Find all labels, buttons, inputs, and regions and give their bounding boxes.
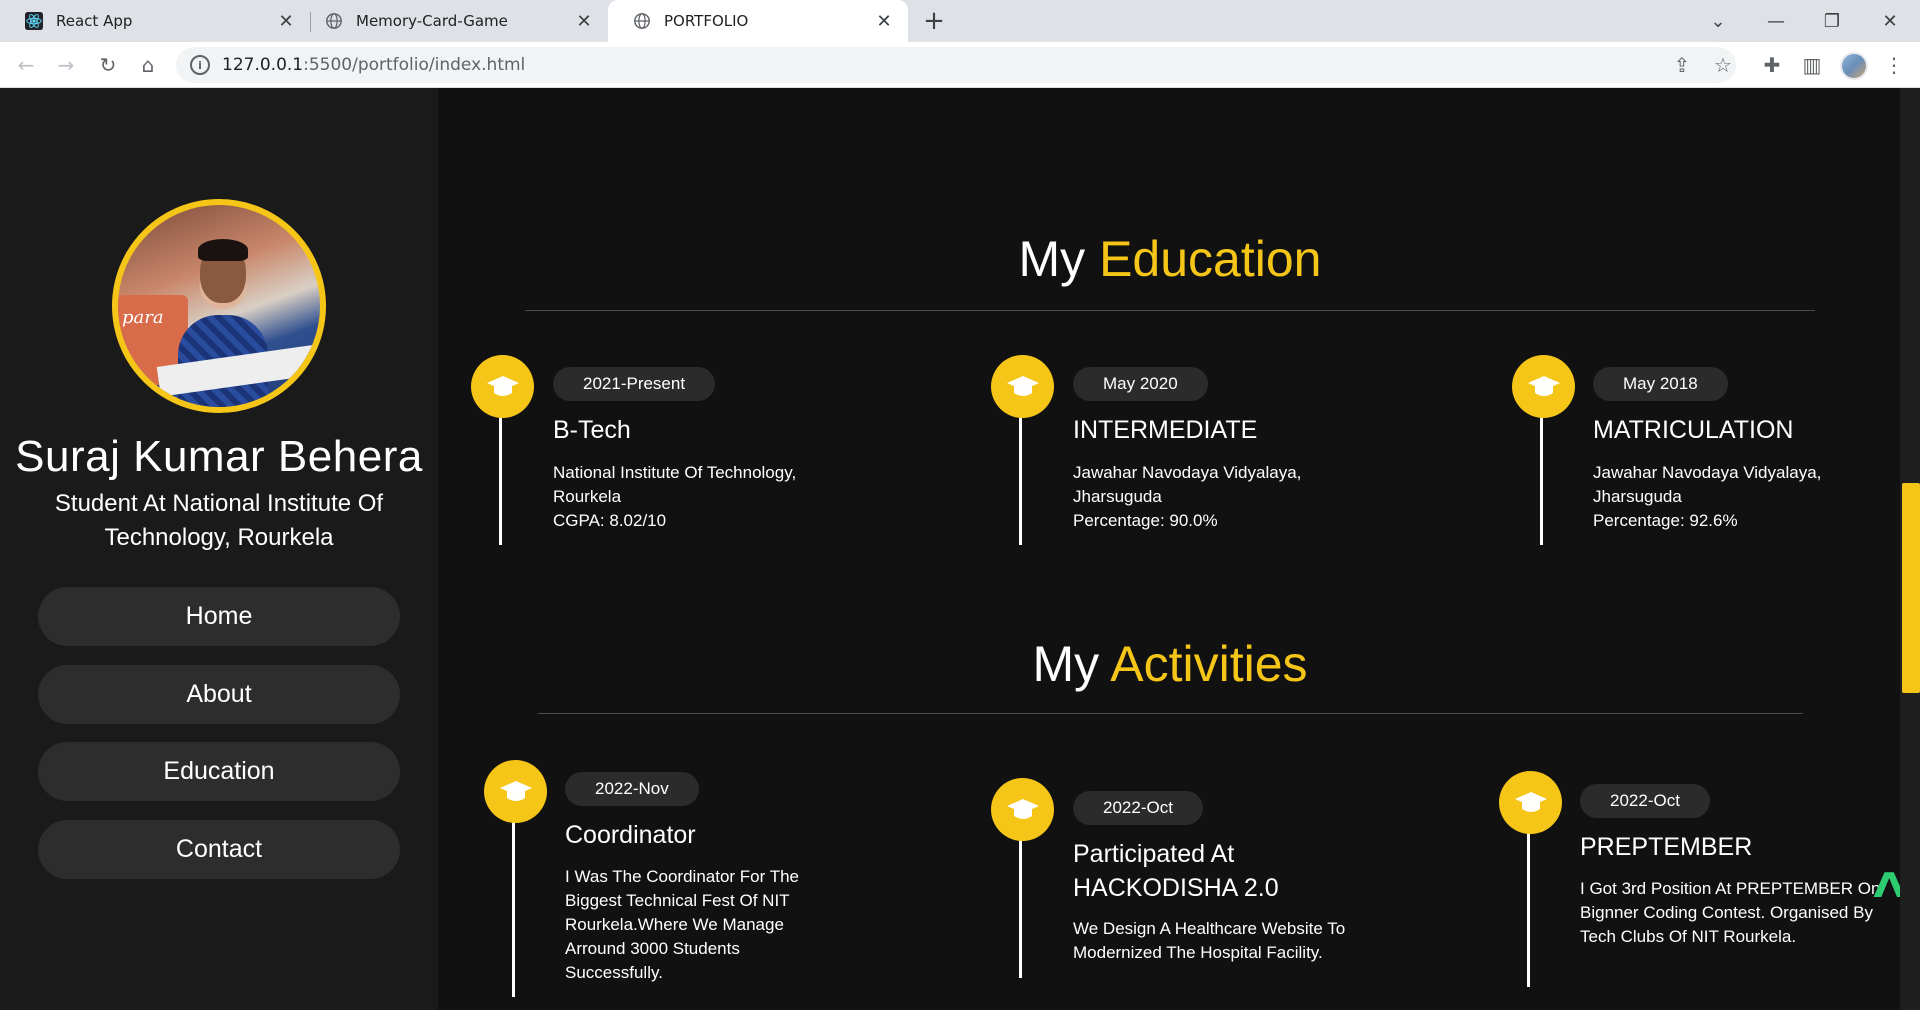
education-detail: Jharsuguda [1073, 487, 1162, 506]
share-icon[interactable]: ⇪ [1670, 53, 1694, 77]
globe-icon [324, 11, 344, 31]
graduation-cap-icon [1499, 771, 1562, 834]
date-badge: 2021-Present [553, 367, 716, 401]
date-badge: May 2020 [1073, 367, 1208, 401]
education-heading: My Education [1018, 231, 1322, 287]
profile-avatar-icon[interactable] [1840, 52, 1868, 80]
scrollbar-thumb[interactable] [1902, 483, 1920, 693]
education-detail: Rourkela [553, 487, 622, 506]
date-badge: 2022-Oct [1580, 784, 1710, 818]
profile-subtitle: Student At National Institute Of Technol… [54, 490, 384, 551]
nav-home-button[interactable]: Home [38, 587, 400, 646]
tab-portfolio[interactable]: PORTFOLIO ✕ [608, 0, 908, 42]
restore-button[interactable]: ❐ [1804, 0, 1860, 42]
graduation-cap-icon [471, 355, 534, 418]
graduation-cap-icon [991, 778, 1054, 841]
bookmark-star-icon[interactable]: ☆ [1711, 53, 1735, 77]
education-score: Percentage: 90.0% [1073, 511, 1218, 530]
menu-kebab-icon[interactable]: ⋮ [1882, 53, 1906, 77]
back-arrow-icon[interactable]: ← [12, 51, 40, 79]
date-badge: 2022-Oct [1073, 791, 1203, 825]
nav-contact-button[interactable]: Contact [38, 820, 400, 879]
tab-react-app[interactable]: React App ✕ [0, 0, 310, 42]
education-title: MATRICULATION [1593, 416, 1794, 444]
activities-divider [538, 713, 1803, 714]
extensions-icon[interactable]: ✚ [1760, 53, 1784, 77]
address-bar[interactable]: i 127.0.0.1:5500/portfolio/index.html [176, 47, 1736, 83]
graduation-cap-icon [1512, 355, 1575, 418]
globe-icon [632, 11, 652, 31]
date-badge: May 2018 [1593, 367, 1728, 401]
nav-about-button[interactable]: About [38, 665, 400, 724]
tab-search-icon[interactable]: ⌄ [1690, 0, 1746, 42]
site-info-icon[interactable]: i [190, 55, 210, 75]
education-score: CGPA: 8.02/10 [553, 511, 667, 530]
forward-arrow-icon[interactable]: → [52, 51, 80, 79]
side-panel-icon[interactable]: ▥ [1800, 53, 1824, 77]
new-tab-button[interactable]: + [920, 8, 948, 36]
activity-description: I Was The Coordinator For The Biggest Te… [565, 867, 800, 982]
tab-title: React App [56, 12, 133, 30]
activities-heading: My Activities [1032, 636, 1308, 692]
activity-title: Coordinator [565, 821, 696, 849]
close-window-button[interactable]: ✕ [1862, 0, 1918, 42]
tab-title: PORTFOLIO [664, 12, 749, 30]
close-tab-icon[interactable]: ✕ [276, 11, 296, 32]
education-detail: Jawahar Navodaya Vidyalaya, [1593, 463, 1822, 482]
graduation-cap-icon [991, 355, 1054, 418]
activity-title: Participated At HACKODISHA 2.0 [1073, 840, 1279, 902]
education-divider [525, 310, 1815, 311]
tab-title: Memory-Card-Game [356, 12, 508, 30]
education-detail: Jharsuguda [1593, 487, 1682, 506]
url-text: 127.0.0.1:5500/portfolio/index.html [222, 55, 526, 75]
education-title: INTERMEDIATE [1073, 416, 1258, 444]
education-score: Percentage: 92.6% [1593, 511, 1738, 530]
education-detail: Jawahar Navodaya Vidyalaya, [1073, 463, 1302, 482]
reload-icon[interactable]: ↻ [94, 51, 122, 79]
address-toolbar: ← → ↻ ⌂ i 127.0.0.1:5500/portfolio/index… [0, 42, 1920, 88]
profile-name: Suraj Kumar Behera [15, 432, 423, 481]
activity-title: PREPTEMBER [1580, 833, 1753, 861]
tab-memory-card-game[interactable]: Memory-Card-Game ✕ [300, 0, 608, 42]
activity-description: We Design A Healthcare Website To Modern… [1073, 919, 1346, 962]
close-tab-icon[interactable]: ✕ [874, 11, 894, 32]
browser-tab-strip: React App ✕ Memory-Card-Game ✕ PORTFOLIO… [0, 0, 1920, 42]
date-badge: 2022-Nov [565, 772, 699, 806]
minimize-button[interactable]: — [1748, 0, 1804, 42]
education-title: B-Tech [553, 416, 631, 444]
react-icon [24, 11, 44, 31]
activity-description: I Got 3rd Position At PREPTEMBER On Bign… [1580, 879, 1881, 946]
close-tab-icon[interactable]: ✕ [574, 11, 594, 32]
profile-photo: para [112, 199, 326, 413]
education-detail: National Institute Of Technology, [553, 463, 797, 482]
home-icon[interactable]: ⌂ [134, 51, 162, 79]
nav-education-button[interactable]: Education [38, 742, 400, 801]
graduation-cap-icon [484, 760, 547, 823]
